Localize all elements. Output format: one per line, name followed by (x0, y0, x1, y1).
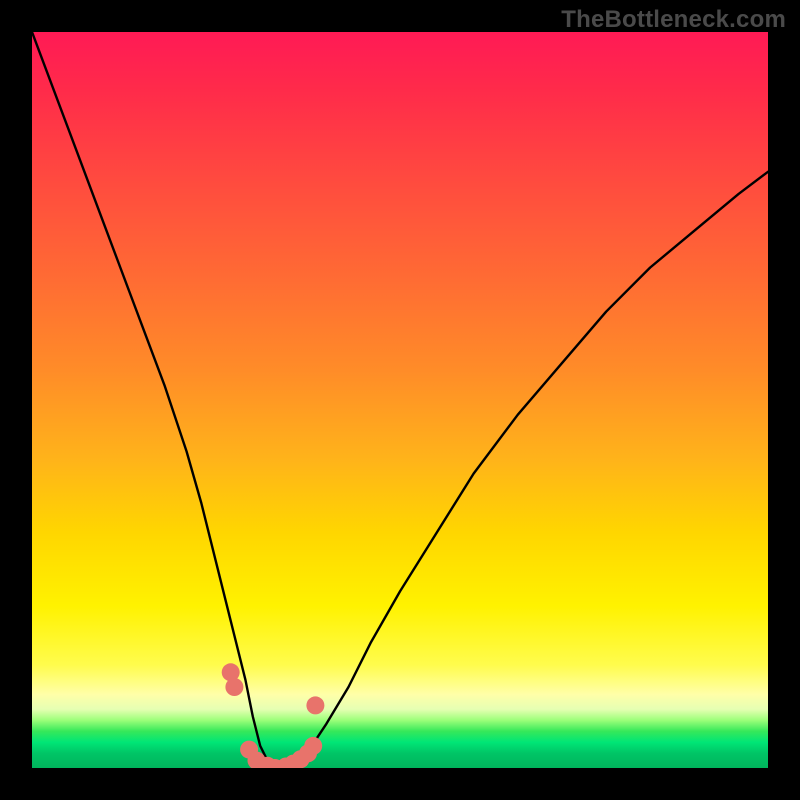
curve-layer (32, 32, 768, 768)
plot-area (32, 32, 768, 768)
watermark-text: TheBottleneck.com (561, 6, 786, 34)
chart-frame: TheBottleneck.com (0, 0, 800, 800)
curve-marker (306, 696, 324, 714)
bottleneck-curve (32, 32, 768, 768)
curve-marker (225, 678, 243, 696)
curve-marker (304, 737, 322, 755)
